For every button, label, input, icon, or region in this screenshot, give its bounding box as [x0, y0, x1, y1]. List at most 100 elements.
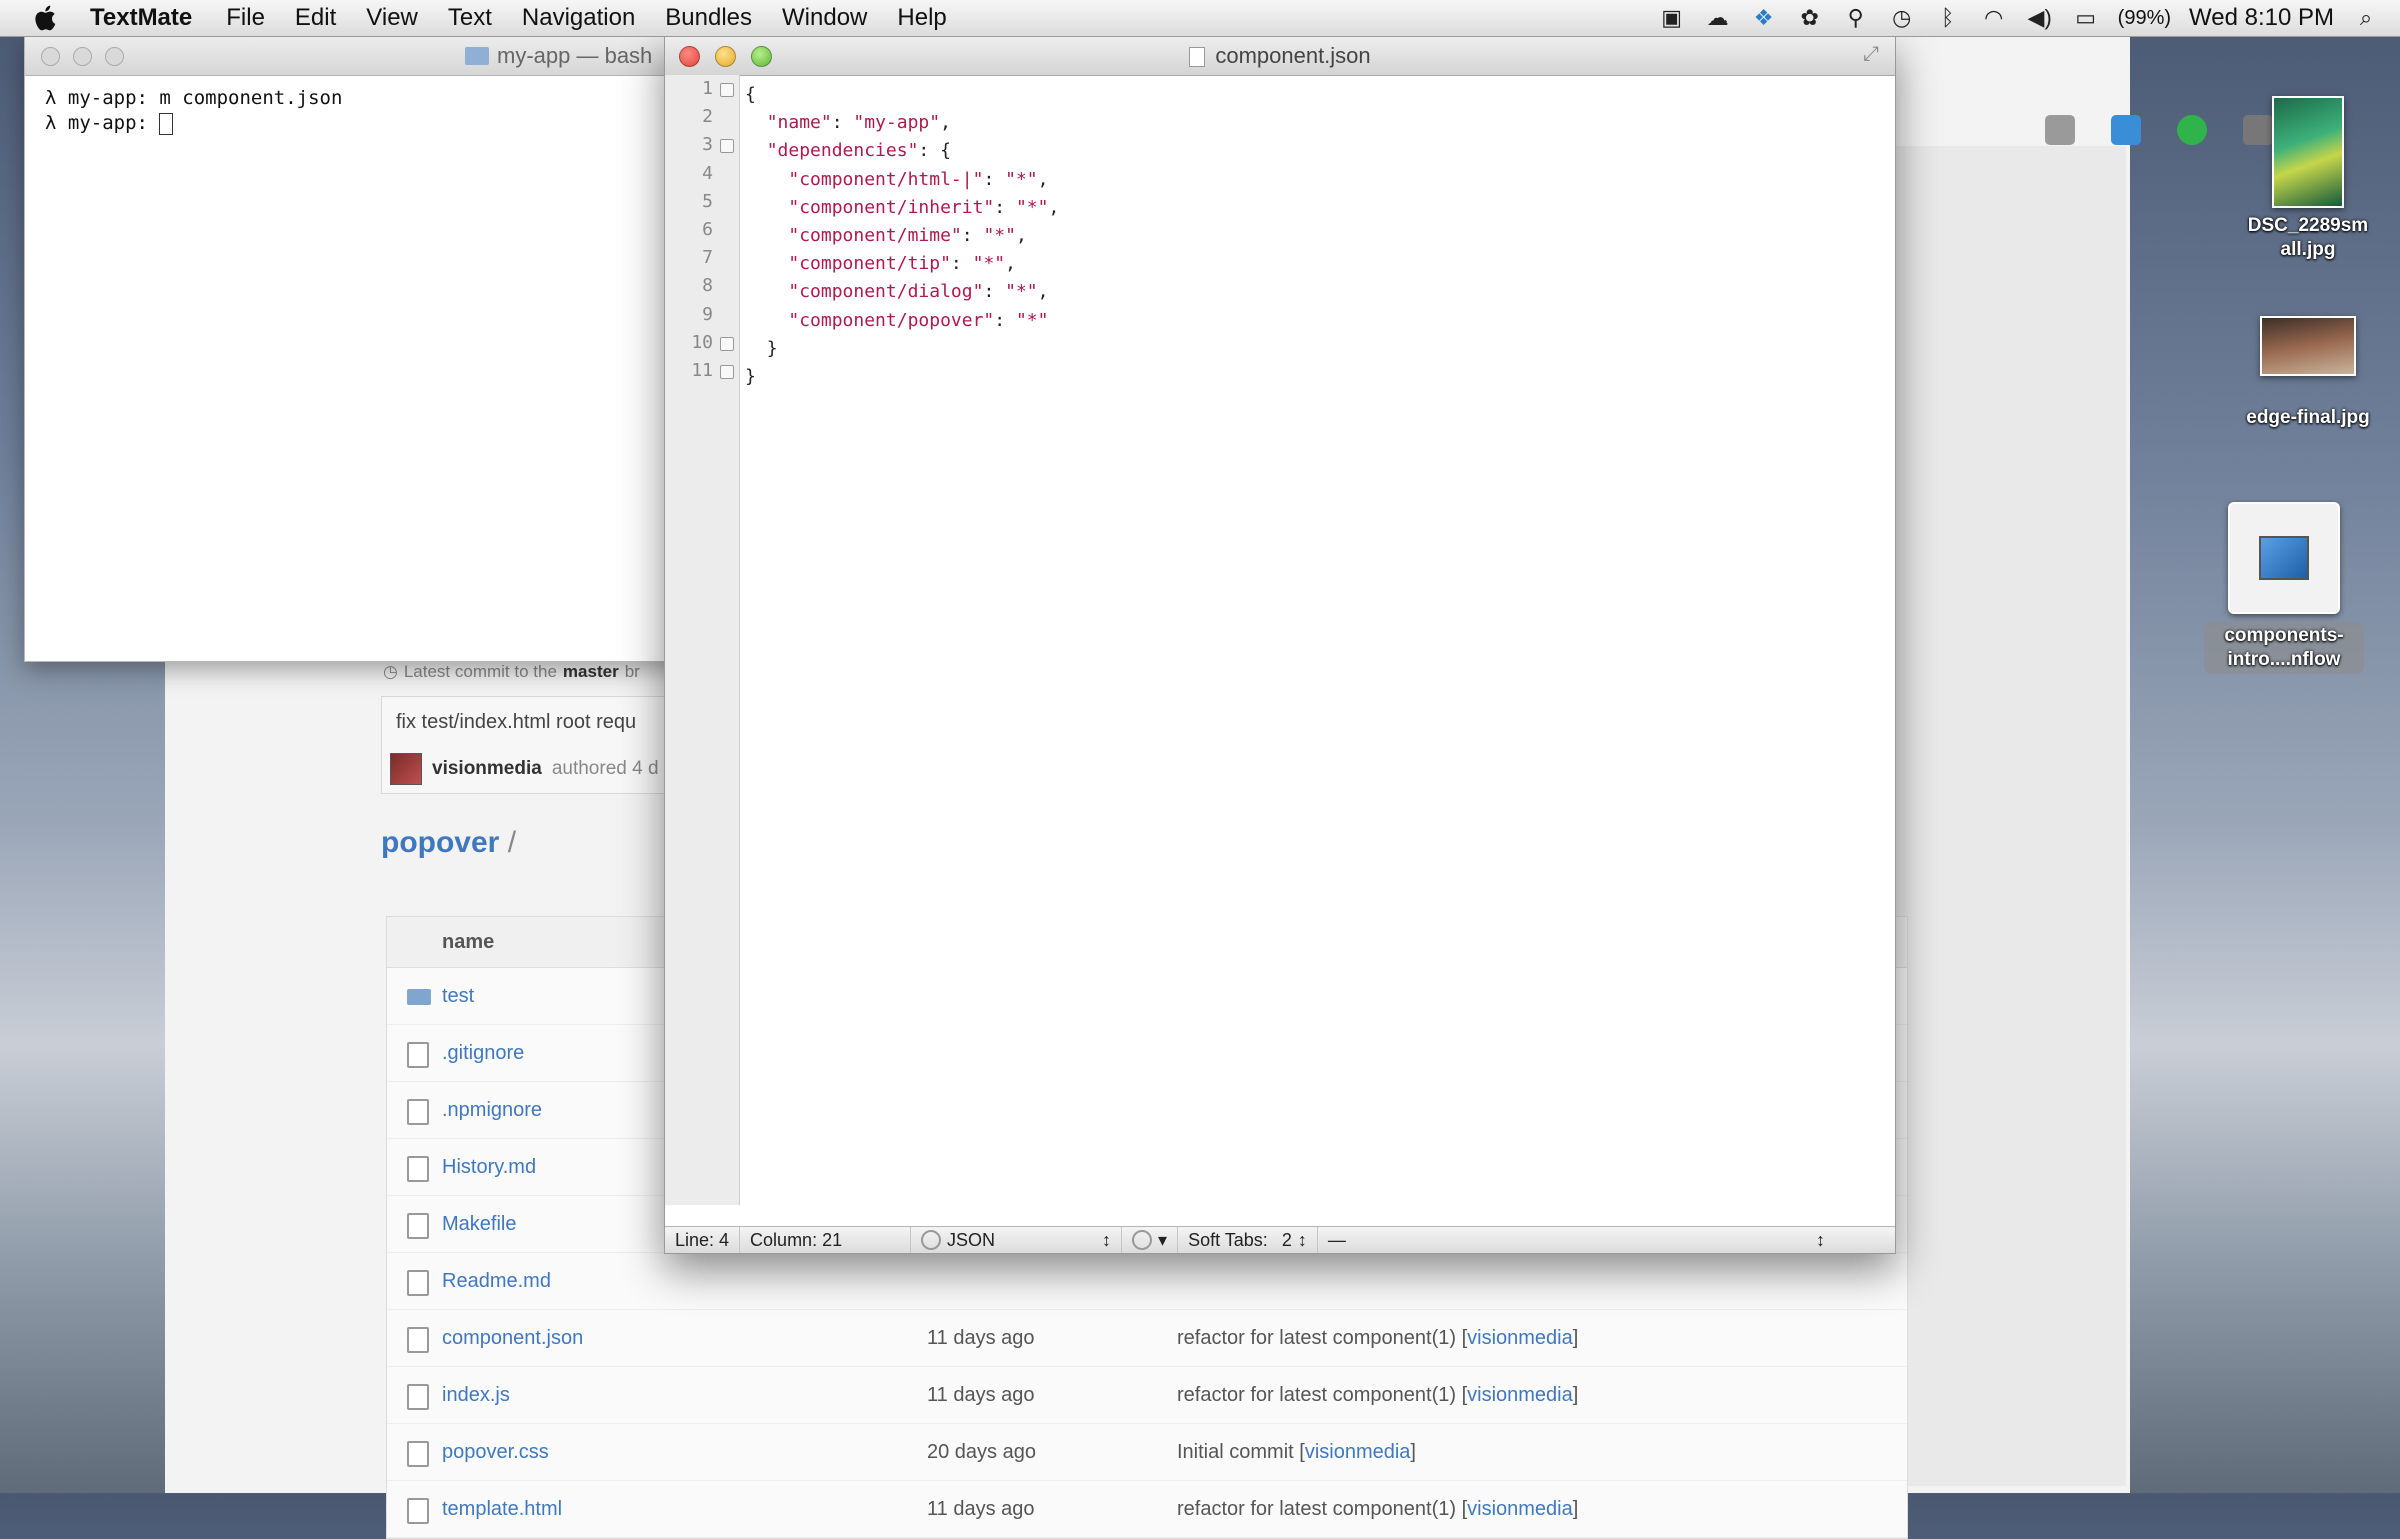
magnifier-icon[interactable]: ⚲: [1842, 4, 1870, 32]
json-punctuation: ,: [1015, 225, 1027, 247]
latest-commit-label: Latest commit to the: [403, 662, 557, 681]
code-line[interactable]: }: [745, 363, 1059, 391]
terminal-cursor: [159, 112, 174, 135]
desktop-file-dsc[interactable]: DSC_2289sm all.jpg: [2218, 96, 2398, 262]
volume-icon[interactable]: ◀): [2026, 4, 2054, 32]
file-age[interactable]: 11 days ago: [927, 1310, 1035, 1366]
toolbar-blue-icon[interactable]: [2111, 115, 2141, 145]
minimize-button[interactable]: [73, 47, 92, 66]
json-punctuation: }: [745, 366, 756, 388]
clock[interactable]: Wed 8:10 PM: [2189, 4, 2334, 32]
spotlight-search-icon[interactable]: ⌕: [2352, 4, 2380, 32]
commit-author-link[interactable]: visionmedia: [1467, 1384, 1573, 1406]
column-indicator[interactable]: Column: 21: [740, 1227, 912, 1253]
menu-help[interactable]: Help: [897, 4, 946, 32]
bluetooth-icon[interactable]: ᛒ: [1934, 4, 1962, 32]
menu-window[interactable]: Window: [782, 4, 867, 32]
file-commit-message: refactor for latest component(1) [vision…: [1177, 1310, 1578, 1366]
toolbar-image-icon[interactable]: [2045, 115, 2075, 145]
file-age[interactable]: 20 days ago: [927, 1424, 1036, 1480]
code-line[interactable]: "component/dialog": "*",: [745, 278, 1059, 306]
time-machine-icon[interactable]: ◷: [1888, 4, 1916, 32]
fold-toggle-icon[interactable]: [720, 336, 734, 351]
terminal-window[interactable]: my-app — bash λ my-app: m component.json…: [24, 36, 706, 662]
battery-icon[interactable]: ▭: [2072, 4, 2100, 32]
apple-menu-icon[interactable]: [30, 2, 62, 34]
editor-titlebar[interactable]: component.json ⤢: [665, 37, 1895, 76]
line-number-gutter[interactable]: 1 2 3 4 5 6 7 8 9 10 11: [665, 75, 740, 1205]
zoom-button[interactable]: [105, 47, 124, 66]
file-name-link[interactable]: History.md: [442, 1139, 536, 1195]
file-age[interactable]: 11 days ago: [927, 1367, 1035, 1423]
fold-toggle-icon[interactable]: [720, 83, 734, 97]
code-line[interactable]: "name": "my-app",: [745, 109, 1059, 137]
fullscreen-icon[interactable]: ⤢: [1863, 43, 1879, 66]
commit-author-link[interactable]: visionmedia: [1467, 1327, 1573, 1349]
menu-edit[interactable]: Edit: [295, 4, 336, 32]
code-line[interactable]: "component/mime": "*",: [745, 222, 1059, 250]
fold-toggle-icon[interactable]: [720, 139, 734, 154]
file-name-link[interactable]: Readme.md: [442, 1253, 551, 1309]
json-punctuation: ,: [1005, 253, 1016, 275]
menu-view[interactable]: View: [366, 4, 418, 32]
screen-recorder-icon[interactable]: ▣: [1658, 4, 1686, 32]
line-number: 8: [702, 275, 713, 297]
commit-message-text[interactable]: refactor for latest component(1) [: [1177, 1327, 1467, 1349]
file-name-link[interactable]: .gitignore: [442, 1025, 524, 1081]
file-age[interactable]: 11 days ago: [927, 1481, 1035, 1537]
json-separator: :: [961, 225, 984, 247]
soft-tabs-selector[interactable]: Soft Tabs: 2 ↕: [1178, 1227, 1318, 1253]
toolbar-refresh-icon[interactable]: [2177, 115, 2207, 145]
desktop-file-edge[interactable]: edge-final.jpg: [2218, 316, 2398, 430]
file-name-link[interactable]: index.js: [442, 1367, 510, 1423]
code-line[interactable]: "component/popover": "*": [745, 307, 1059, 335]
code-line[interactable]: {: [745, 81, 1059, 109]
code-line[interactable]: "dependencies": {: [745, 137, 1059, 165]
file-name-link[interactable]: Makefile: [442, 1196, 516, 1252]
close-button[interactable]: [41, 47, 60, 66]
wifi-icon[interactable]: ◠: [1980, 4, 2008, 32]
language-selector[interactable]: JSON ↕: [911, 1227, 1123, 1253]
code-area[interactable]: { "name": "my-app", "dependencies": { "c…: [745, 81, 1059, 391]
menu-bundles[interactable]: Bundles: [665, 4, 752, 32]
menu-app-name[interactable]: TextMate: [90, 4, 192, 32]
dropbox-icon[interactable]: ❖: [1750, 4, 1778, 32]
file-name-link[interactable]: popover.css: [442, 1424, 549, 1480]
desktop-file-components[interactable]: components-intro....nflow: [2204, 502, 2364, 674]
symbol-selector[interactable]: — ↕: [1318, 1227, 1895, 1253]
cloud-icon[interactable]: ☁: [1704, 4, 1732, 32]
menu-text[interactable]: Text: [448, 4, 492, 32]
commit-author[interactable]: visionmedia: [432, 758, 542, 780]
menu-navigation[interactable]: Navigation: [522, 4, 635, 32]
line-indicator[interactable]: Line: 4: [665, 1227, 741, 1253]
file-name-link[interactable]: template.html: [442, 1481, 562, 1537]
commit-message-text[interactable]: refactor for latest component(1) [: [1177, 1498, 1467, 1520]
file-name-link[interactable]: test: [442, 968, 474, 1024]
commit-message-text[interactable]: refactor for latest component(1) [: [1177, 1384, 1467, 1406]
battery-percentage[interactable]: (99%): [2118, 7, 2171, 30]
file-name-link[interactable]: .npmignore: [442, 1082, 542, 1138]
editor-window[interactable]: component.json ⤢ 1 2 3 4 5 6 7 8 9 10 11 { "name":…: [664, 36, 1896, 1254]
fold-toggle-icon[interactable]: [720, 364, 734, 379]
json-value: "*": [1005, 281, 1038, 303]
menu-file[interactable]: File: [226, 4, 265, 32]
paw-icon[interactable]: ✿: [1796, 4, 1824, 32]
file-name-link[interactable]: component.json: [442, 1310, 583, 1366]
terminal-output[interactable]: λ my-app: m component.json λ my-app:: [25, 76, 705, 146]
code-line[interactable]: }: [745, 335, 1059, 363]
document-icon: [2228, 502, 2340, 614]
commit-author-link[interactable]: visionmedia: [1305, 1441, 1411, 1463]
commit-message[interactable]: fix test/index.html root requ: [396, 711, 636, 734]
code-line[interactable]: "component/inherit": "*",: [745, 194, 1059, 222]
commit-message-text[interactable]: Initial commit [: [1177, 1441, 1305, 1463]
bundle-gear-menu[interactable]: ▾: [1122, 1227, 1179, 1253]
terminal-titlebar[interactable]: my-app — bash: [25, 37, 705, 76]
repo-name[interactable]: popover: [381, 826, 499, 859]
code-line[interactable]: "component/tip": "*",: [745, 250, 1059, 278]
branch-name[interactable]: master: [563, 662, 619, 682]
avatar[interactable]: [390, 753, 422, 785]
code-line[interactable]: "component/html-|": "*",: [745, 166, 1059, 194]
commit-author-link[interactable]: visionmedia: [1467, 1498, 1573, 1520]
